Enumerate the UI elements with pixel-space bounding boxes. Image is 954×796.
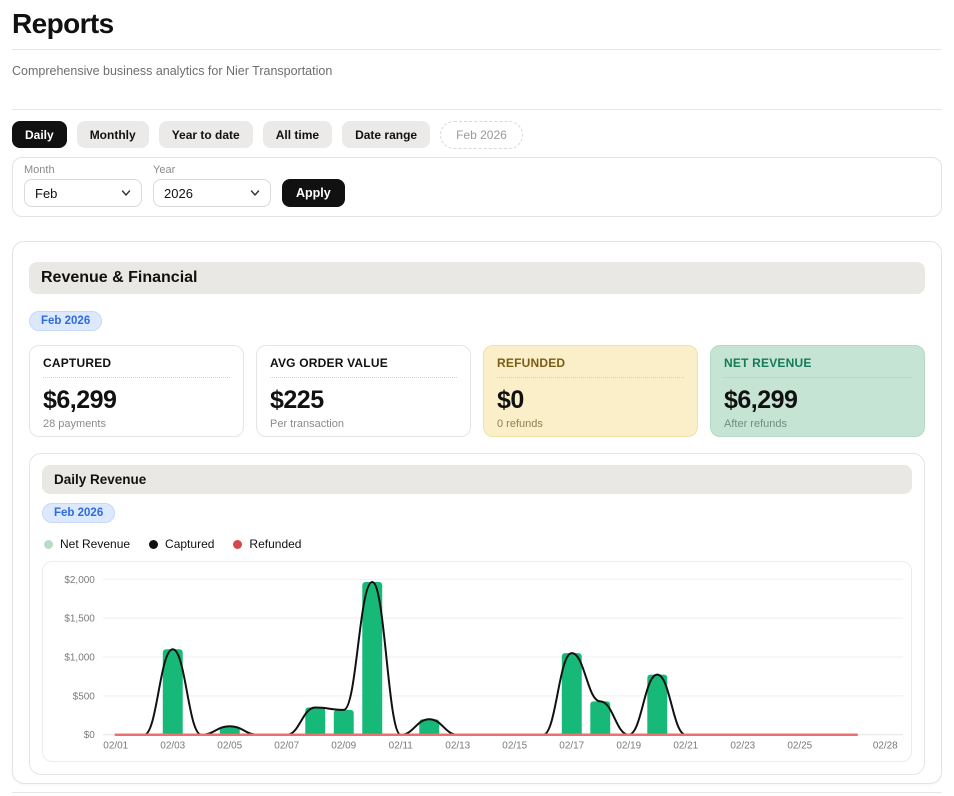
- daily-revenue-card: Daily Revenue Feb 2026 Net Revenue Captur…: [29, 453, 925, 775]
- legend-label: Captured: [165, 537, 214, 551]
- stat-label: REFUNDED: [497, 356, 684, 370]
- svg-text:02/15: 02/15: [502, 741, 527, 752]
- svg-text:$1,500: $1,500: [64, 614, 95, 625]
- stat-value: $6,299: [724, 387, 911, 413]
- stat-sublabel: Per transaction: [270, 418, 457, 430]
- svg-text:$0: $0: [84, 730, 96, 741]
- divider: [43, 377, 230, 378]
- divider: [12, 49, 942, 50]
- divider: [724, 377, 911, 378]
- stats-row: CAPTURED $6,299 28 payments AVG ORDER VA…: [29, 345, 925, 437]
- legend-dot-icon: [233, 540, 242, 549]
- legend-label: Net Revenue: [60, 537, 130, 551]
- tab-monthly[interactable]: Monthly: [77, 121, 149, 148]
- svg-text:02/05: 02/05: [217, 741, 242, 752]
- legend-item-net-revenue: Net Revenue: [44, 537, 130, 551]
- chevron-down-icon: [121, 188, 131, 198]
- year-label: Year: [153, 164, 271, 176]
- period-badge: Feb 2026: [42, 503, 115, 523]
- stat-card-net-revenue: NET REVENUE $6,299 After refunds: [710, 345, 925, 437]
- divider: [497, 377, 684, 378]
- stat-value: $6,299: [43, 387, 230, 413]
- svg-text:02/19: 02/19: [616, 741, 641, 752]
- reports-page: Reports Comprehensive business analytics…: [0, 0, 954, 796]
- year-select-value: 2026: [164, 186, 193, 201]
- stat-value: $0: [497, 387, 684, 413]
- svg-text:02/09: 02/09: [331, 741, 356, 752]
- tab-year-to-date[interactable]: Year to date: [159, 121, 253, 148]
- tab-date-range[interactable]: Date range: [342, 121, 430, 148]
- svg-text:02/01: 02/01: [103, 741, 128, 752]
- svg-text:02/11: 02/11: [389, 741, 414, 752]
- divider: [270, 377, 457, 378]
- stat-label: NET REVENUE: [724, 356, 911, 370]
- revenue-financial-section: Revenue & Financial Feb 2026 CAPTURED $6…: [12, 241, 942, 784]
- legend-dot-icon: [44, 540, 53, 549]
- legend-item-captured: Captured: [149, 537, 214, 551]
- stat-card-captured: CAPTURED $6,299 28 payments: [29, 345, 244, 437]
- svg-text:02/25: 02/25: [787, 741, 812, 752]
- svg-text:$2,000: $2,000: [64, 575, 95, 586]
- chart-title: Daily Revenue: [42, 465, 912, 494]
- svg-text:02/21: 02/21: [673, 741, 698, 752]
- svg-text:$500: $500: [73, 691, 96, 702]
- legend-item-refunded: Refunded: [233, 537, 301, 551]
- stat-label: CAPTURED: [43, 356, 230, 370]
- stat-card-refunded: REFUNDED $0 0 refunds: [483, 345, 698, 437]
- legend-dot-icon: [149, 540, 158, 549]
- svg-text:02/28: 02/28: [873, 741, 898, 752]
- svg-text:02/23: 02/23: [730, 741, 755, 752]
- svg-text:02/07: 02/07: [274, 741, 299, 752]
- legend-label: Refunded: [249, 537, 301, 551]
- stat-sublabel: 28 payments: [43, 418, 230, 430]
- month-label: Month: [24, 164, 142, 176]
- year-field: Year 2026: [153, 164, 271, 207]
- page-subtitle: Comprehensive business analytics for Nie…: [12, 64, 942, 78]
- stat-sublabel: After refunds: [724, 418, 911, 430]
- svg-text:02/17: 02/17: [559, 741, 584, 752]
- stat-value: $225: [270, 387, 457, 413]
- month-select[interactable]: Feb: [24, 179, 142, 207]
- month-select-value: Feb: [35, 186, 57, 201]
- divider: [12, 792, 942, 793]
- period-selector-panel: Month Feb Year 2026 Apply: [12, 157, 942, 217]
- divider: [12, 109, 942, 110]
- section-title: Revenue & Financial: [29, 262, 925, 294]
- tab-daily[interactable]: Daily: [12, 121, 67, 148]
- tab-all-time[interactable]: All time: [263, 121, 332, 148]
- period-filter-tabs: Daily Monthly Year to date All time Date…: [12, 121, 942, 148]
- current-period-chip: Feb 2026: [440, 121, 523, 149]
- page-title: Reports: [12, 0, 942, 40]
- period-badge: Feb 2026: [29, 311, 102, 331]
- year-select[interactable]: 2026: [153, 179, 271, 207]
- svg-text:02/03: 02/03: [160, 741, 185, 752]
- svg-text:02/13: 02/13: [445, 741, 470, 752]
- daily-revenue-chart: $0 $500 $1,000 $1,500 $2,000 02/01 02/03 02/05 0…: [42, 561, 912, 762]
- stat-label: AVG ORDER VALUE: [270, 356, 457, 370]
- month-field: Month Feb: [24, 164, 142, 207]
- chevron-down-icon: [250, 188, 260, 198]
- apply-button[interactable]: Apply: [282, 179, 345, 207]
- svg-text:$1,000: $1,000: [64, 653, 95, 664]
- chart-legend: Net Revenue Captured Refunded: [44, 537, 912, 551]
- stat-sublabel: 0 refunds: [497, 418, 684, 430]
- stat-card-avg-order-value: AVG ORDER VALUE $225 Per transaction: [256, 345, 471, 437]
